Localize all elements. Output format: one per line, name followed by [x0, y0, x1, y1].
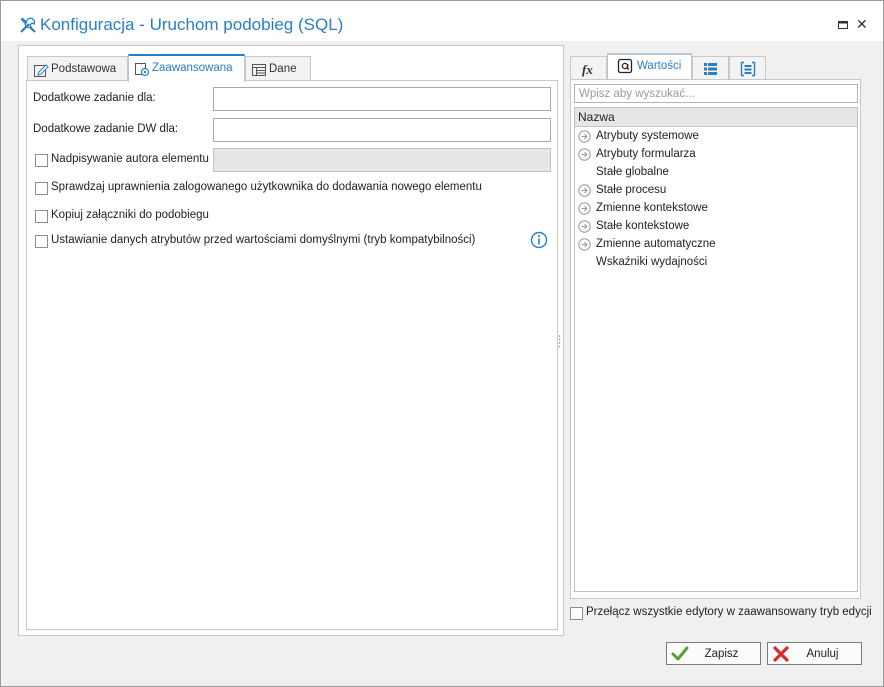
- checkbox-label: Kopiuj załączniki do podobiegu: [51, 209, 209, 221]
- tab-label: Zaawansowana: [152, 62, 233, 74]
- tree-item-label: Zmienne automatyczne: [596, 238, 716, 250]
- list-icon: [704, 63, 717, 75]
- tree-item-atrybuty-systemowe[interactable]: Atrybuty systemowe: [575, 128, 857, 146]
- tree-item-label: Stałe procesu: [596, 184, 667, 196]
- function-icon: fx: [582, 62, 593, 77]
- expand-arrow-icon[interactable]: [578, 220, 591, 233]
- compatibility-mode-checkbox[interactable]: [35, 235, 48, 248]
- close-icon[interactable]: ✕: [856, 17, 868, 31]
- tree-item-atrybuty-formularza[interactable]: Atrybuty formularza: [575, 146, 857, 164]
- check-permissions-checkbox[interactable]: [35, 182, 48, 195]
- values-grid: Nazwa Atrybuty systemowe Atrybuty formul…: [574, 107, 858, 592]
- maximize-icon[interactable]: [837, 19, 849, 31]
- advanced-tab-content: Dodatkowe zadanie dla: Dodatkowe zadanie…: [26, 80, 558, 630]
- values-panel: Nazwa Atrybuty systemowe Atrybuty formul…: [570, 79, 861, 599]
- overwrite-author-checkbox[interactable]: [35, 154, 48, 167]
- tab-functions[interactable]: fx: [570, 56, 607, 80]
- tree-item-label: Atrybuty systemowe: [596, 130, 699, 142]
- tree-item-zmienne-automatyczne[interactable]: Zmienne automatyczne: [575, 236, 857, 254]
- edit-icon: [34, 64, 49, 77]
- svg-text:fx: fx: [582, 62, 593, 77]
- compatibility-mode-row: Ustawianie danych atrybutów przed wartoś…: [35, 234, 515, 250]
- tab-label: Wartości: [637, 60, 682, 72]
- bracket-list-icon: [740, 61, 756, 77]
- expand-arrow-icon[interactable]: [578, 130, 591, 143]
- checkbox-label: Ustawianie danych atrybutów przed wartoś…: [51, 234, 476, 246]
- advanced-mode-row: Przełącz wszystkie edytory w zaawansowan…: [570, 606, 872, 622]
- tab-bracket-list[interactable]: [729, 56, 766, 80]
- additional-task-dw-label: Dodatkowe zadanie DW dla:: [33, 123, 179, 135]
- splitter-handle[interactable]: [558, 334, 561, 348]
- left-pane: Podstawowa Zaawansowana Dane Dodatkowe z…: [18, 45, 564, 636]
- checkbox-label: Sprawdzaj uprawnienia zalogowanego użytk…: [51, 181, 482, 193]
- tree-item-label: Atrybuty formularza: [596, 148, 696, 160]
- tree-item-label: Stałe globalne: [596, 166, 669, 178]
- tree-item-wskazniki-wydajnosci[interactable]: Wskaźniki wydajności: [575, 254, 857, 272]
- advanced-mode-checkbox[interactable]: [570, 607, 583, 620]
- advanced-settings-icon: [135, 63, 150, 77]
- search-input[interactable]: [574, 84, 858, 103]
- tab-wartosci[interactable]: Wartości: [607, 53, 692, 80]
- info-icon[interactable]: [530, 231, 548, 249]
- expand-arrow-icon[interactable]: [578, 238, 591, 251]
- tab-dane[interactable]: Dane: [245, 56, 311, 81]
- checkbox-label: Przełącz wszystkie edytory w zaawansowan…: [586, 606, 872, 618]
- tab-podstawowa[interactable]: Podstawowa: [27, 56, 128, 81]
- tree-item-label: Zmienne kontekstowe: [596, 202, 708, 214]
- tab-label: Podstawowa: [51, 63, 117, 75]
- tree-item-stale-procesu[interactable]: Stałe procesu: [575, 182, 857, 200]
- tab-list[interactable]: [692, 56, 729, 80]
- cancel-button-label: Anuluj: [806, 648, 839, 660]
- tab-label: Dane: [269, 63, 297, 75]
- tree-item-zmienne-kontekstowe[interactable]: Zmienne kontekstowe: [575, 200, 857, 218]
- additional-task-dw-field[interactable]: [213, 118, 551, 142]
- author-field: [213, 148, 551, 172]
- tree-item-stale-globalne[interactable]: Stałe globalne: [575, 164, 857, 182]
- tab-zaawansowana[interactable]: Zaawansowana: [128, 54, 245, 82]
- save-button[interactable]: Zapisz: [666, 642, 761, 665]
- checkbox-label: Nadpisywanie autora elementu: [51, 153, 209, 165]
- additional-task-label: Dodatkowe zadanie dla:: [33, 92, 156, 104]
- cancel-button[interactable]: Anuluj: [767, 642, 862, 665]
- save-button-label: Zapisz: [704, 648, 739, 660]
- additional-task-field[interactable]: [213, 87, 551, 111]
- tree-item-stale-kontekstowe[interactable]: Stałe kontekstowe: [575, 218, 857, 236]
- values-icon: [617, 58, 633, 74]
- tree-item-label: Wskaźniki wydajności: [596, 256, 708, 268]
- window-title: Konfiguracja - Uruchom podobieg (SQL): [40, 15, 344, 34]
- tools-icon: [20, 17, 36, 33]
- title-bar: Konfiguracja - Uruchom podobieg (SQL) ✕: [1, 1, 883, 41]
- column-header-nazwa[interactable]: Nazwa: [575, 108, 857, 127]
- expand-arrow-icon[interactable]: [578, 184, 591, 197]
- copy-attachments-checkbox[interactable]: [35, 210, 48, 223]
- data-table-icon: [252, 64, 266, 76]
- expand-arrow-icon[interactable]: [578, 148, 591, 161]
- config-dialog: Konfiguracja - Uruchom podobieg (SQL) ✕ …: [0, 0, 884, 687]
- check-permissions-row: Sprawdzaj uprawnienia zalogowanego użytk…: [35, 181, 555, 197]
- copy-attachments-row: Kopiuj załączniki do podobiegu: [35, 209, 555, 225]
- tree-item-label: Stałe kontekstowe: [596, 220, 690, 232]
- expand-arrow-icon[interactable]: [578, 202, 591, 215]
